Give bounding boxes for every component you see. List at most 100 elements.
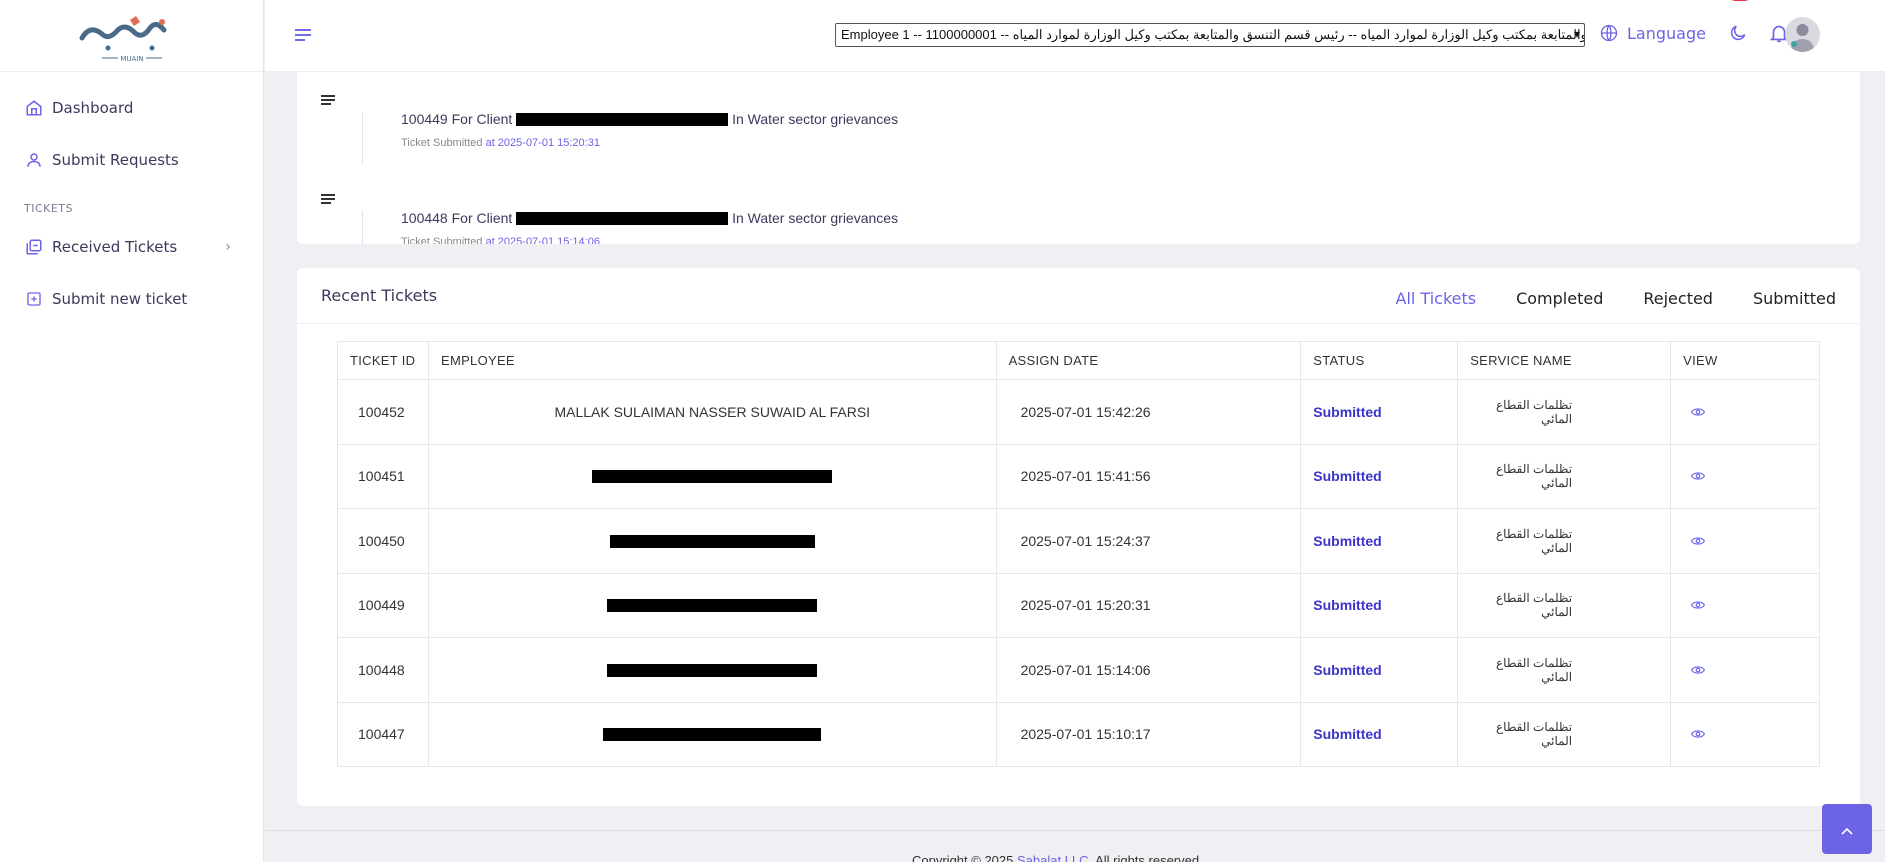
footer: Copyright © 2025 Sabalat LLC, All rights… [265,830,1885,862]
service-name: تظلمات القطاع المائي [1457,379,1672,445]
table-header-row: TICKET ID EMPLOYEE ASSIGN DATE STATUS SE… [337,341,1820,380]
view-button[interactable] [1670,379,1820,445]
list-icon [321,92,337,105]
status-badge: Submitted [1300,508,1459,574]
copyright-text: Copyright © 2025 Sabalat LLC, All rights… [912,853,1199,862]
table-row: 100447 2025-07-01 15:10:17 Submitted تظل… [337,701,1820,767]
service-name: تظلمات القطاع المائي [1457,572,1672,638]
recent-tickets-card: Recent Tickets All Tickets Completed Rej… [297,268,1860,806]
globe-icon [1599,23,1619,43]
timeline-title-suffix: In Water sector grievances [732,111,899,127]
redacted-name [607,599,818,613]
status-badge: Submitted [1300,572,1459,638]
employee-name: MALLAK SULAIMAN NASSER SUWAID AL FARSI [427,379,997,445]
ticket-id: 100451 [337,443,429,509]
tab-completed[interactable]: Completed [1516,289,1603,308]
eye-icon [1691,662,1706,678]
redacted-name [516,113,729,126]
column-header-assign-date[interactable]: ASSIGN DATE [995,341,1302,380]
sidebar-item-label: Submit Requests [52,151,179,169]
view-button[interactable] [1670,572,1820,638]
redacted-name [607,663,818,677]
sidebar-item-received-tickets[interactable]: Received Tickets › [0,221,263,273]
ticket-id: 100450 [337,508,429,574]
column-header-employee[interactable]: EMPLOYEE [427,341,997,380]
moon-icon[interactable] [1728,23,1748,43]
notification-badge: 63 [1728,0,1752,1]
sidebar-item-submit-new-ticket[interactable]: Submit new ticket [0,273,263,325]
company-link[interactable]: Sabalat LLC [1017,853,1089,862]
column-header-service-name[interactable]: SERVICE NAME [1457,341,1672,380]
employee-name [427,701,997,767]
column-header-ticket-id[interactable]: TICKET ID [337,341,429,380]
language-label: Language [1627,23,1706,43]
recent-tickets-title: Recent Tickets [321,286,438,305]
divider [297,323,1860,324]
timeline-title[interactable]: 100449 For Client In Water sector grieva… [401,111,898,127]
chevron-up-icon [1841,820,1853,839]
ticket-id: 100449 [337,572,429,638]
redacted-name [592,470,833,484]
timeline-sub-time: at 2025-07-01 15:14:06 [485,236,600,244]
sidebar-item-label: Submit new ticket [52,290,188,308]
service-name: تظلمات القطاع المائي [1457,508,1672,574]
tab-all-tickets[interactable]: All Tickets [1396,289,1477,308]
list-icon [321,191,337,204]
timeline-title-prefix: 100448 For Client [401,210,513,226]
employee-select[interactable]: Employee 1 -- 1100000001 -- قسم التنسيق … [835,23,1585,47]
copyright-prefix: Copyright © 2025 [912,853,1014,862]
user-icon [24,150,44,170]
timeline-title-suffix: In Water sector grievances [732,210,899,226]
employee-select-value: Employee 1 -- 1100000001 -- قسم التنسيق … [841,27,1585,42]
timeline-sub-time: at 2025-07-01 15:20:31 [485,137,600,149]
scroll-to-top-button[interactable] [1822,804,1872,854]
tab-submitted[interactable]: Submitted [1753,289,1836,308]
status-badge: Submitted [1300,379,1459,445]
sidebar-item-submit-requests[interactable]: Submit Requests [0,134,263,186]
assign-date: 2025-07-01 15:42:26 [995,379,1302,445]
assign-date: 2025-07-01 15:24:37 [995,508,1302,574]
assign-date: 2025-07-01 15:10:17 [995,701,1302,767]
column-header-view[interactable]: VIEW [1670,341,1820,380]
brand-logo[interactable]: MUAIN [0,0,263,72]
view-button[interactable] [1670,701,1820,767]
eye-icon [1691,533,1706,549]
employee-name [427,443,997,509]
top-header: Employee 1 -- 1100000001 -- قسم التنسيق … [265,0,1885,72]
table-row: 100448 2025-07-01 15:14:06 Submitted تظل… [337,637,1820,703]
view-button[interactable] [1670,508,1820,574]
activity-timeline: 100449 For Client In Water sector grieva… [297,72,1860,244]
table-row: 100449 2025-07-01 15:20:31 Submitted تظل… [337,572,1820,638]
sidebar-item-dashboard[interactable]: Dashboard [0,82,263,134]
timeline-subtitle: Ticket Submitted at 2025-07-01 15:20:31 [401,137,600,149]
column-header-status[interactable]: STATUS [1300,341,1459,380]
logo-text: MUAIN [120,55,143,63]
timeline-title-prefix: 100449 For Client [401,111,513,127]
timeline-title[interactable]: 100448 For Client In Water sector grieva… [401,210,898,226]
view-button[interactable] [1670,637,1820,703]
timeline-connector [362,112,363,164]
assign-date: 2025-07-01 15:20:31 [995,572,1302,638]
table-row: 100452 MALLAK SULAIMAN NASSER SUWAID AL … [337,379,1820,445]
sidebar-item-label: Received Tickets [52,238,178,256]
logo-icon: MUAIN [79,15,166,63]
copyright-suffix: All rights reserved [1095,853,1200,862]
employee-name-text: MALLAK SULAIMAN NASSER SUWAID AL FARSI [554,403,871,420]
timeline-sub-label: Ticket Submitted [401,236,483,244]
employee-name [427,508,997,574]
employee-name [427,637,997,703]
tab-rejected[interactable]: Rejected [1643,289,1713,308]
language-button[interactable]: Language [1599,23,1706,43]
nav-section-tickets: TICKETS [24,202,74,215]
sidebar-item-label: Dashboard [52,99,134,117]
employee-name [427,572,997,638]
eye-icon [1691,726,1706,742]
ticket-filter-tabs: All Tickets Completed Rejected Submitted [1396,289,1837,308]
view-button[interactable] [1670,443,1820,509]
timeline-connector [362,210,363,244]
menu-toggle-icon[interactable] [293,27,313,43]
service-name: تظلمات القطاع المائي [1457,637,1672,703]
ticket-id: 100452 [337,379,429,445]
avatar[interactable] [1785,17,1820,52]
table-row: 100451 2025-07-01 15:41:56 Submitted تظل… [337,443,1820,509]
